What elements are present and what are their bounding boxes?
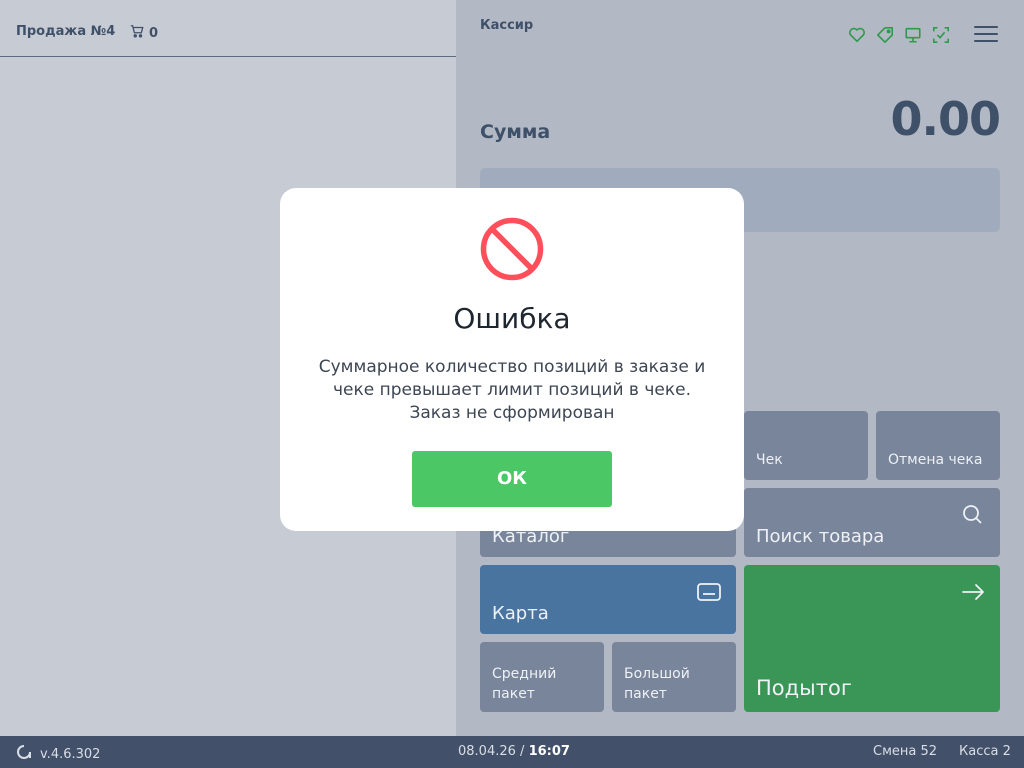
modal-overlay: Ошибка Суммарное количество позиций в за… [0,0,1024,736]
dialog-message-line-2: чеке превышает лимит позиций в чеке. [332,380,691,400]
error-dialog: Ошибка Суммарное количество позиций в за… [280,188,744,531]
date-separator: / [520,744,525,759]
dialog-title: Ошибка [453,302,571,335]
prohibited-icon [479,216,545,282]
dialog-message: Суммарное количество позиций в заказе и … [300,356,724,425]
shift-label: Смена 52 [873,744,938,759]
version-info: v.4.6.302 [16,744,100,764]
date-time: 08.04.26 / 16:07 [458,744,570,759]
kassa-label: Касса 2 [959,744,1011,759]
dialog-message-line-1: Суммарное количество позиций в заказе и [318,357,706,377]
ok-button[interactable]: ОК [412,451,612,507]
time-label: 16:07 [528,744,570,759]
version-label: v.4.6.302 [40,746,101,762]
date-label: 08.04.26 [458,744,516,759]
app-logo-icon [16,744,32,764]
dialog-message-line-3: Заказ не сформирован [409,403,615,423]
status-bar: v.4.6.302 08.04.26 / 16:07 Смена 52 Касс… [0,736,1024,768]
